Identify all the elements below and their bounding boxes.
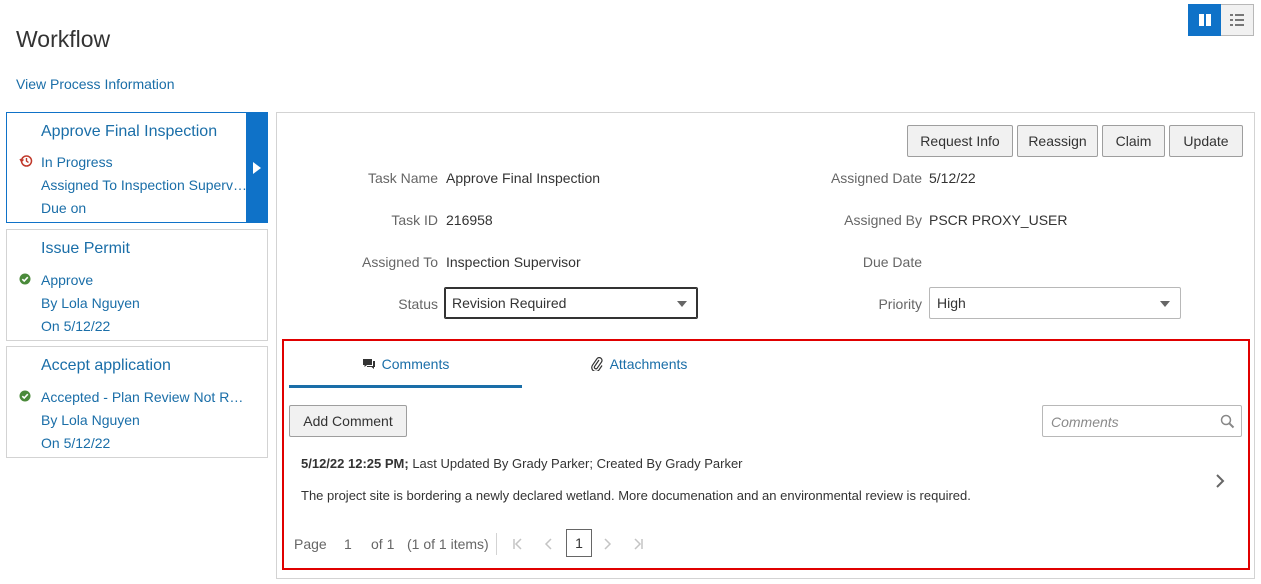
caret-down-icon [1160, 301, 1170, 307]
chevron-right-icon[interactable] [1212, 473, 1228, 489]
comments-search [1042, 405, 1242, 437]
update-button[interactable]: Update [1169, 125, 1243, 157]
priority-select-value: High [937, 295, 966, 311]
view-process-information-link[interactable]: View Process Information [16, 76, 174, 92]
assigned-to-label: Assigned To [361, 254, 438, 270]
priority-select[interactable]: High [929, 287, 1181, 319]
due-date-label: Due Date [862, 254, 922, 270]
selected-indicator [246, 113, 267, 222]
previous-page-icon[interactable] [542, 537, 556, 551]
assigned-to-value: Inspection Supervisor [446, 254, 581, 270]
task-card-accept-application[interactable]: Accept application Accepted - Plan Revie… [6, 346, 268, 458]
task-id-value: 216958 [446, 212, 493, 228]
paperclip-icon [590, 357, 603, 371]
page-number-button[interactable]: 1 [566, 529, 592, 557]
split-view-icon [1198, 14, 1211, 26]
page-title: Workflow [16, 26, 111, 52]
tab-attachments[interactable]: Attachments [522, 356, 755, 388]
pager-current-page[interactable]: 1 [344, 536, 352, 552]
assigned-by-value: PSCR PROXY_USER [929, 212, 1068, 228]
task-assigned-to: Assigned To Inspection Supervisor [41, 177, 247, 193]
comment-authors: Last Updated By Grady Parker; Created By… [412, 456, 743, 471]
pager-page-label: Page [294, 536, 327, 552]
task-completed-by: By Lola Nguyen [41, 295, 140, 311]
assigned-date-label: Assigned Date [830, 170, 922, 186]
last-page-icon[interactable] [631, 537, 645, 551]
comment-timestamp: 5/12/22 12:25 PM; [301, 456, 409, 471]
pager-items-summary: (1 of 1 items) [407, 536, 489, 552]
task-status: Approve [41, 272, 94, 288]
assigned-date-value: 5/12/22 [929, 170, 976, 186]
list-view-icon [1230, 14, 1244, 26]
priority-label: Priority [878, 296, 922, 312]
task-name-value: Approve Final Inspection [446, 170, 601, 186]
comment-meta: 5/12/22 12:25 PM; Last Updated By Grady … [301, 456, 743, 471]
task-completed-on: On 5/12/22 [41, 318, 111, 334]
history-icon [19, 155, 33, 167]
task-completed-on: On 5/12/22 [41, 435, 111, 451]
claim-button[interactable]: Claim [1102, 125, 1165, 157]
check-circle-icon [19, 273, 31, 285]
tab-comments-label: Comments [381, 356, 450, 372]
task-due: Due on [41, 200, 87, 216]
tab-comments[interactable]: Comments [289, 356, 522, 388]
split-view-button[interactable] [1188, 4, 1221, 36]
next-page-icon[interactable] [600, 537, 614, 551]
add-comment-button[interactable]: Add Comment [289, 405, 407, 437]
request-info-button[interactable]: Request Info [907, 125, 1013, 157]
status-select-value: Revision Required [452, 295, 567, 311]
first-page-icon[interactable] [511, 537, 525, 551]
tab-attachments-label: Attachments [609, 356, 688, 372]
check-circle-icon [19, 390, 31, 402]
status-label: Status [398, 296, 438, 312]
task-completed-by: By Lola Nguyen [41, 412, 140, 428]
task-card-issue-permit[interactable]: Issue Permit Approve By Lola Nguyen On 5… [6, 229, 268, 341]
task-title: Accept application [41, 357, 171, 374]
comments-section: Comments Attachments Add Comment 5/12/22… [282, 339, 1250, 570]
task-status: Accepted - Plan Review Not Required [41, 389, 247, 405]
task-title: Approve Final Inspection [41, 123, 218, 140]
task-status: In Progress [41, 154, 113, 170]
status-select[interactable]: Revision Required [444, 287, 698, 319]
task-title: Issue Permit [41, 240, 130, 257]
comments-icon [362, 359, 375, 369]
comments-search-input[interactable] [1049, 412, 1209, 432]
caret-down-icon [677, 301, 687, 307]
task-card-approve-final-inspection[interactable]: Approve Final Inspection In Progress Ass… [6, 112, 268, 223]
reassign-button[interactable]: Reassign [1017, 125, 1098, 157]
view-toggle [1188, 4, 1254, 36]
pager-of-pages: of 1 [371, 536, 395, 552]
list-view-button[interactable] [1221, 4, 1254, 36]
task-id-label: Task ID [391, 212, 438, 228]
comment-body: The project site is bordering a newly de… [301, 488, 971, 503]
caret-right-icon [252, 161, 261, 174]
assigned-by-label: Assigned By [844, 212, 922, 228]
search-icon[interactable] [1220, 414, 1235, 429]
pager-divider [496, 533, 497, 555]
task-name-label: Task Name [367, 170, 438, 186]
